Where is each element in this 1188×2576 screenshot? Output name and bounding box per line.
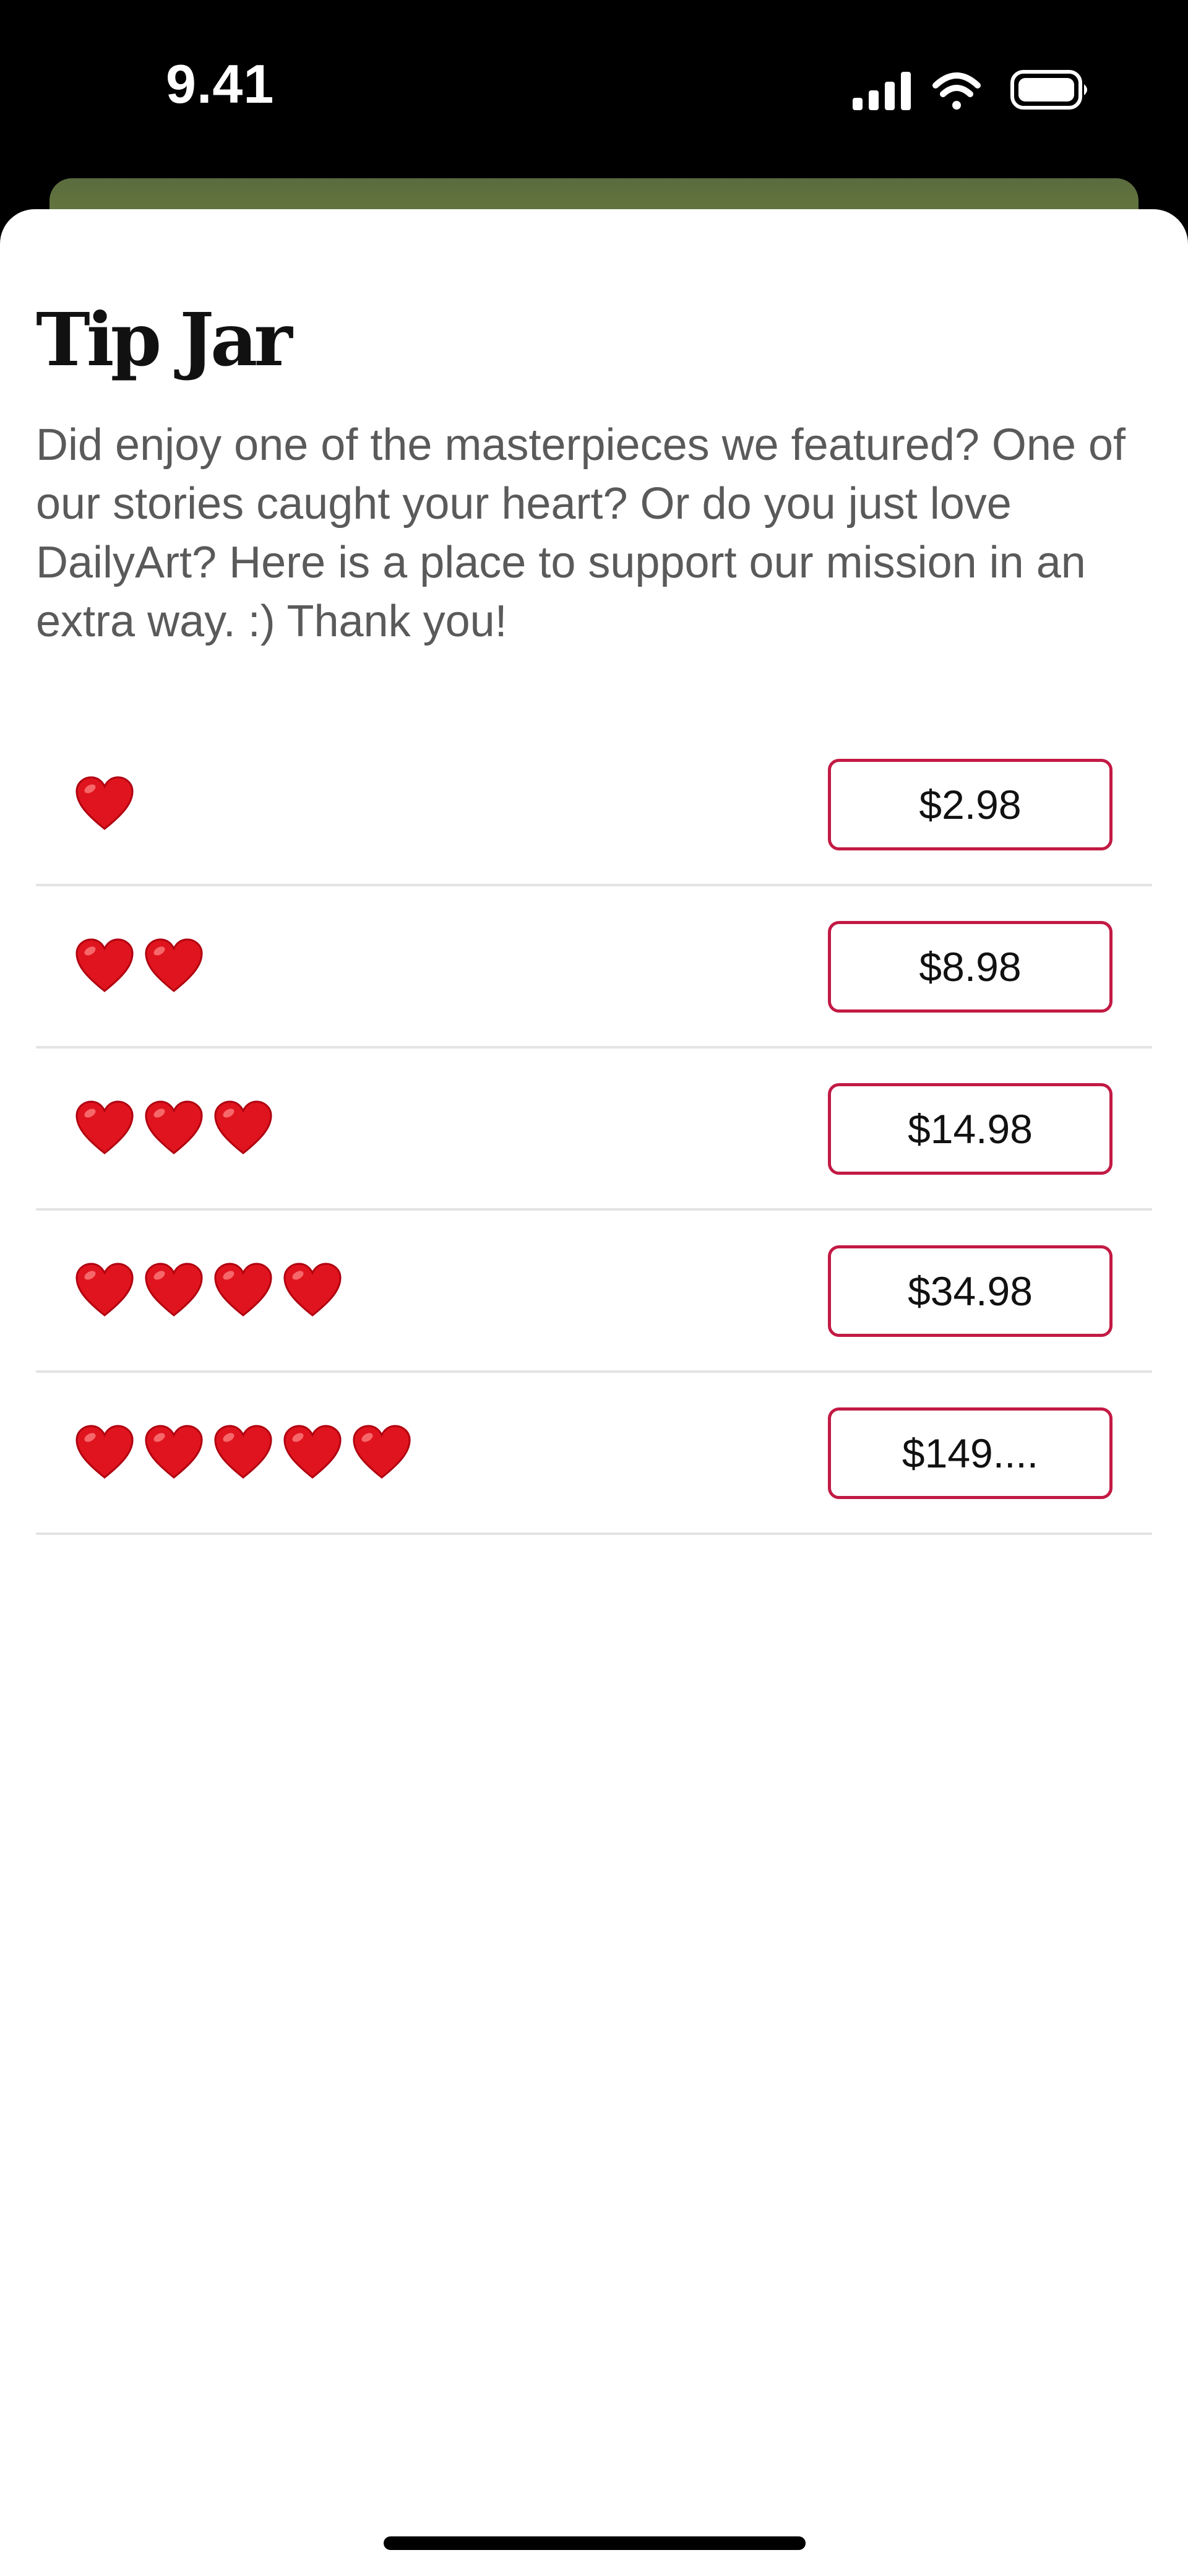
heart-icon xyxy=(75,1425,134,1479)
heart-icon xyxy=(75,1263,134,1317)
tip-price-button[interactable]: $149.... xyxy=(828,1407,1113,1499)
home-indicator[interactable] xyxy=(384,2536,806,2550)
status-icons xyxy=(853,70,1087,110)
heart-icon xyxy=(353,1425,411,1479)
tier-hearts xyxy=(74,1261,343,1318)
tip-tier-row: $14.98 xyxy=(36,1048,1152,1211)
heart-icon xyxy=(145,1425,203,1479)
tip-tier-row: $8.98 xyxy=(36,886,1152,1048)
heart-icon xyxy=(214,1425,272,1479)
tier-hearts xyxy=(74,1424,412,1480)
tier-hearts xyxy=(74,1099,273,1156)
tip-price-button[interactable]: $14.98 xyxy=(828,1083,1113,1175)
tip-price-button[interactable]: $8.98 xyxy=(828,921,1113,1013)
heart-icon xyxy=(145,1263,203,1317)
tip-tier-row: $34.98 xyxy=(36,1211,1152,1373)
status-time: 9.41 xyxy=(166,53,275,115)
tier-hearts xyxy=(74,775,135,832)
heart-icon xyxy=(283,1263,342,1317)
heart-icon xyxy=(145,1100,203,1155)
tip-tier-list: $2.98 $8.98 $14.98 $34.98 $149.... xyxy=(36,724,1152,1535)
heart-icon xyxy=(75,938,134,993)
wifi-icon xyxy=(932,72,981,110)
tip-price-button[interactable]: $2.98 xyxy=(828,759,1113,850)
page-title: Tip Jar xyxy=(36,296,293,383)
status-bar: 9.41 xyxy=(0,0,1188,179)
heart-icon xyxy=(214,1100,272,1155)
tip-tier-row: $149.... xyxy=(36,1373,1152,1535)
tip-tier-row: $2.98 xyxy=(36,724,1152,886)
heart-icon xyxy=(214,1263,272,1317)
tier-hearts xyxy=(74,937,204,994)
cellular-signal-icon xyxy=(853,72,911,110)
battery-icon xyxy=(1010,70,1087,110)
heart-icon xyxy=(75,1100,134,1155)
heart-icon xyxy=(283,1425,342,1479)
tip-jar-description: Did enjoy one of the masterpieces we fea… xyxy=(36,420,1126,646)
heart-icon xyxy=(145,938,203,993)
heart-icon xyxy=(75,776,134,831)
tip-price-button[interactable]: $34.98 xyxy=(828,1245,1113,1337)
